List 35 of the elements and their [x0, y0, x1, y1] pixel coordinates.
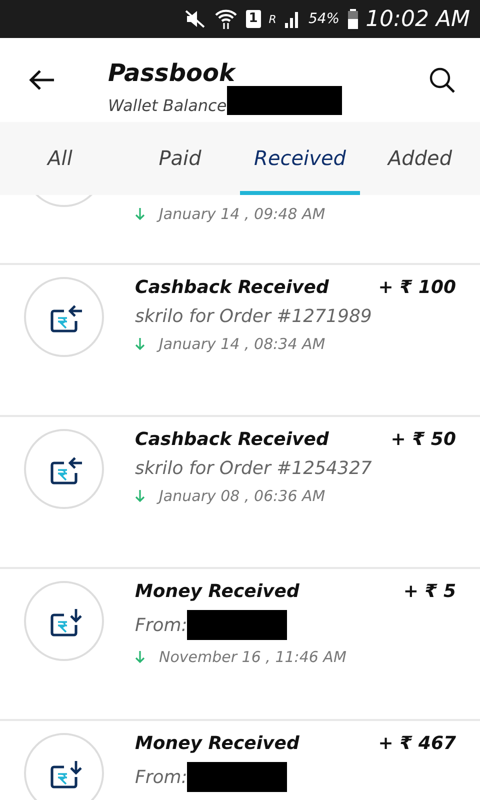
transaction-date: November 16 , 11:46 AM — [159, 648, 346, 666]
arrow-down-icon — [135, 651, 145, 663]
tab[interactable]: Paid — [120, 122, 240, 195]
tab[interactable]: Received — [240, 122, 360, 195]
mute-icon — [184, 9, 206, 29]
clock: 10:02 AM — [366, 6, 470, 32]
transaction-amount: + ₹ 100 — [378, 277, 456, 298]
battery-percent: 54% — [308, 11, 340, 27]
search-button[interactable] — [428, 66, 456, 94]
tab[interactable]: Added — [360, 122, 480, 195]
arrow-down-icon — [135, 338, 145, 350]
transaction-detail: skrilo for Order #1271989 — [135, 306, 372, 327]
transaction-amount: + ₹ 50 — [390, 429, 456, 450]
tab[interactable]: All — [0, 122, 120, 195]
battery-icon — [348, 9, 358, 29]
page-title: Passbook — [108, 60, 237, 86]
transaction-detail: skrilo for Order #1254327 — [135, 458, 372, 479]
transaction-detail: From: — [135, 614, 188, 636]
transaction-date: January 14 , 08:34 AM — [159, 335, 326, 353]
transaction-title: Cashback Received — [135, 277, 329, 298]
transaction-date: January 08 , 06:36 AM — [159, 487, 326, 505]
arrow-down-icon — [135, 208, 145, 220]
wallet-balance-label: Wallet Balance — [108, 96, 227, 114]
roaming-indicator: R — [268, 12, 276, 26]
sim-indicator: 1 — [246, 10, 261, 28]
transaction-date: January 14 , 09:48 AM — [159, 205, 326, 223]
transaction-title: Cashback Received — [135, 429, 329, 450]
transaction-detail: From: — [135, 766, 188, 788]
wifi-icon — [214, 8, 238, 30]
transaction-title: Money Received — [135, 581, 300, 602]
transaction-amount: + ₹ 467 — [378, 733, 456, 754]
transaction-title: Money Received — [135, 733, 300, 754]
arrow-down-icon — [135, 490, 145, 502]
transaction-amount: + ₹ 5 — [403, 581, 456, 602]
signal-icon — [284, 10, 300, 28]
